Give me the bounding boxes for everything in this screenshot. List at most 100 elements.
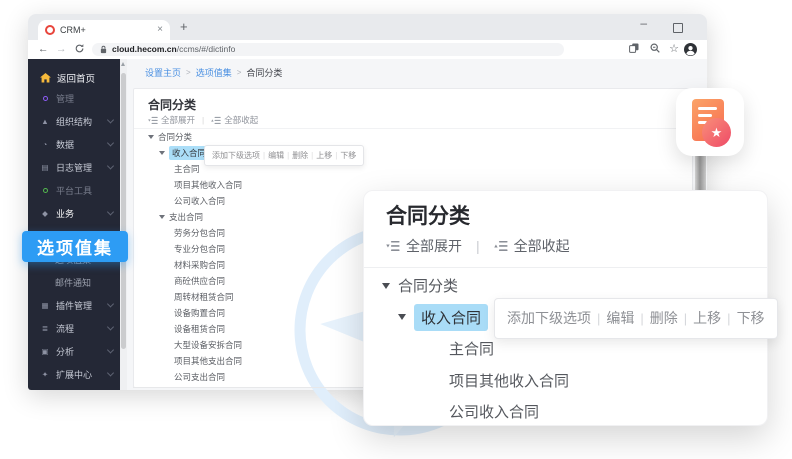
- overlay-tree-item[interactable]: 收入合同添加下级选项|编辑|删除|上移|下移: [364, 302, 767, 334]
- sidebar-item-option-set-highlight[interactable]: 选项值集: [22, 231, 128, 262]
- url-omnibox[interactable]: cloud.hecom.cn/ccms/#/dictinfo: [92, 43, 564, 56]
- tree-item-label: 主合同: [174, 163, 200, 175]
- sidebar-item-data[interactable]: ◔ 数据: [28, 134, 120, 154]
- toolbar-separator: |: [727, 311, 730, 326]
- tree-item-label: 劳务分包合同: [174, 227, 225, 239]
- sidebar-item-analysis[interactable]: ▣分析: [28, 341, 120, 361]
- analysis-icon: ▣: [40, 347, 50, 356]
- sidebar-item-process[interactable]: ≣流程: [28, 318, 120, 338]
- sidebar-item-mail-notification[interactable]: 邮件通知: [28, 272, 120, 292]
- toolbar-separator: |: [287, 151, 289, 160]
- action-add-child[interactable]: 添加下级选项: [212, 150, 260, 161]
- chevron-down-icon: [107, 139, 114, 146]
- toolbar-separator: |: [684, 311, 687, 326]
- clock-icon: ◔: [40, 140, 50, 149]
- toolbar-separator: |: [335, 151, 337, 160]
- action-move-up[interactable]: 上移: [316, 150, 332, 161]
- sidebar-item-business[interactable]: ◆业务: [28, 203, 120, 223]
- reload-icon[interactable]: [74, 43, 85, 54]
- forward-button[interactable]: →: [56, 43, 67, 55]
- tree-expand-arrow[interactable]: [148, 135, 154, 139]
- tree-item-label: 收入合同: [169, 146, 209, 160]
- bookmark-star-icon[interactable]: ☆: [669, 42, 679, 55]
- sidebar-item-label: 管理: [56, 92, 74, 105]
- overlay-action-delete[interactable]: 删除: [650, 308, 678, 328]
- tree-expand-arrow[interactable]: [382, 283, 390, 289]
- action-move-down[interactable]: 下移: [340, 150, 356, 161]
- tree-item[interactable]: 合同分类: [134, 129, 692, 145]
- sidebar-item-label: 插件管理: [56, 299, 92, 312]
- overlay-tree-item[interactable]: 合同分类: [364, 270, 767, 302]
- context-toolbar: 添加下级选项|编辑|删除|上移|下移: [204, 145, 364, 166]
- tree-expand-arrow[interactable]: [398, 314, 406, 320]
- expand-all-button[interactable]: 全部展开: [148, 114, 195, 126]
- window-minimize-button[interactable]: –: [640, 16, 647, 30]
- toolbar-separator: |: [640, 311, 643, 326]
- overlay-action-move-up[interactable]: 上移: [693, 308, 721, 328]
- sidebar-item-label: 邮件通知: [55, 276, 91, 289]
- tree-item-label: 项目其他收入合同: [449, 370, 569, 391]
- sidebar-item-label: 平台工具: [56, 184, 92, 197]
- new-tab-button[interactable]: +: [180, 19, 188, 34]
- page-title: 合同分类: [148, 96, 196, 113]
- tree-item-label: 专业分包合同: [174, 243, 225, 255]
- url-host: cloud.hecom.cn: [112, 44, 177, 54]
- zoom-panel-title: 合同分类: [386, 200, 470, 230]
- sidebar-item-log-management[interactable]: ▤ 日志管理: [28, 157, 120, 177]
- tree-item-label: 合同分类: [398, 275, 458, 296]
- chevron-down-icon: [107, 116, 114, 123]
- overlay-action-move-down[interactable]: 下移: [737, 308, 765, 328]
- tree-item-label: 大型设备安拆合同: [174, 339, 242, 351]
- profile-avatar[interactable]: [684, 43, 697, 56]
- window-maximize-button[interactable]: [673, 23, 683, 33]
- tree-item-label: 公司支出合同: [174, 371, 225, 383]
- page-scrollbar[interactable]: [695, 149, 706, 196]
- tree-item-label: 支出合同: [169, 211, 203, 223]
- sidebar-item-plugin-management[interactable]: ▦插件管理: [28, 295, 120, 315]
- tree-expand-arrow[interactable]: [159, 215, 165, 219]
- tab-close-icon[interactable]: ×: [157, 25, 163, 35]
- chevron-down-icon: [107, 346, 114, 353]
- sidebar-item-home[interactable]: 返回首页: [28, 67, 120, 89]
- sidebar-item-extension-center[interactable]: ✦扩展中心: [28, 364, 120, 384]
- collapse-all-icon: [211, 116, 221, 125]
- sidebar-item-label: 数据: [56, 138, 74, 151]
- back-button[interactable]: ←: [38, 43, 49, 55]
- breadcrumb: 设置主页>选项值集>合同分类: [145, 66, 282, 79]
- collapse-all-button[interactable]: 全部收起: [211, 114, 258, 126]
- tree-item-label: 收入合同: [414, 304, 488, 331]
- overlay-tree-item[interactable]: 公司收入合同: [364, 396, 767, 428]
- address-bar: ← → cloud.hecom.cn/ccms/#/dictinfo ☆: [28, 40, 707, 60]
- sidebar-scrollbar: [120, 59, 127, 390]
- tree-item-label: 公司收入合同: [174, 195, 225, 207]
- browser-tab[interactable]: CRM+ ×: [38, 20, 170, 40]
- tree-item[interactable]: 收入合同添加下级选项|编辑|删除|上移|下移: [134, 145, 692, 161]
- action-delete[interactable]: 删除: [292, 150, 308, 161]
- scrollbar-thumb[interactable]: [121, 73, 126, 349]
- sidebar-item-admin[interactable]: 管理: [28, 88, 120, 108]
- breadcrumb-link[interactable]: 选项值集: [196, 66, 232, 79]
- sidebar-item-label: 流程: [56, 322, 74, 335]
- sidebar-item-label: 返回首页: [57, 71, 95, 85]
- toolbar-separator: |: [311, 151, 313, 160]
- overlay-action-edit[interactable]: 编辑: [606, 308, 634, 328]
- breadcrumb-link[interactable]: 设置主页: [145, 66, 181, 79]
- zoom-icon[interactable]: [650, 43, 660, 53]
- chevron-down-icon: [107, 323, 114, 330]
- tree-expand-arrow[interactable]: [159, 151, 165, 155]
- scrollbar-up-icon[interactable]: [121, 62, 125, 66]
- overlay-action-add-child[interactable]: 添加下级选项: [507, 308, 591, 328]
- pages-icon[interactable]: [629, 43, 639, 53]
- sidebar-item-label: 日志管理: [56, 161, 92, 174]
- overlay-tree-item[interactable]: 项目其他收入合同: [364, 365, 767, 397]
- sidebar-item-label: 组织结构: [56, 115, 92, 128]
- log-icon: ▤: [40, 163, 50, 172]
- sidebar-item-org-structure[interactable]: ▲组织结构: [28, 111, 120, 131]
- sidebar-item-platform-tools[interactable]: 平台工具: [28, 180, 120, 200]
- overlay-expand-all-button[interactable]: 全部展开: [386, 236, 462, 256]
- tree-controls: 全部展开 | 全部收起: [148, 113, 258, 127]
- callout-label: 选项值集: [37, 234, 113, 259]
- action-edit[interactable]: 编辑: [268, 150, 284, 161]
- overlay-collapse-all-button[interactable]: 全部收起: [494, 236, 570, 256]
- url-path: /ccms/#/dictinfo: [177, 44, 236, 54]
